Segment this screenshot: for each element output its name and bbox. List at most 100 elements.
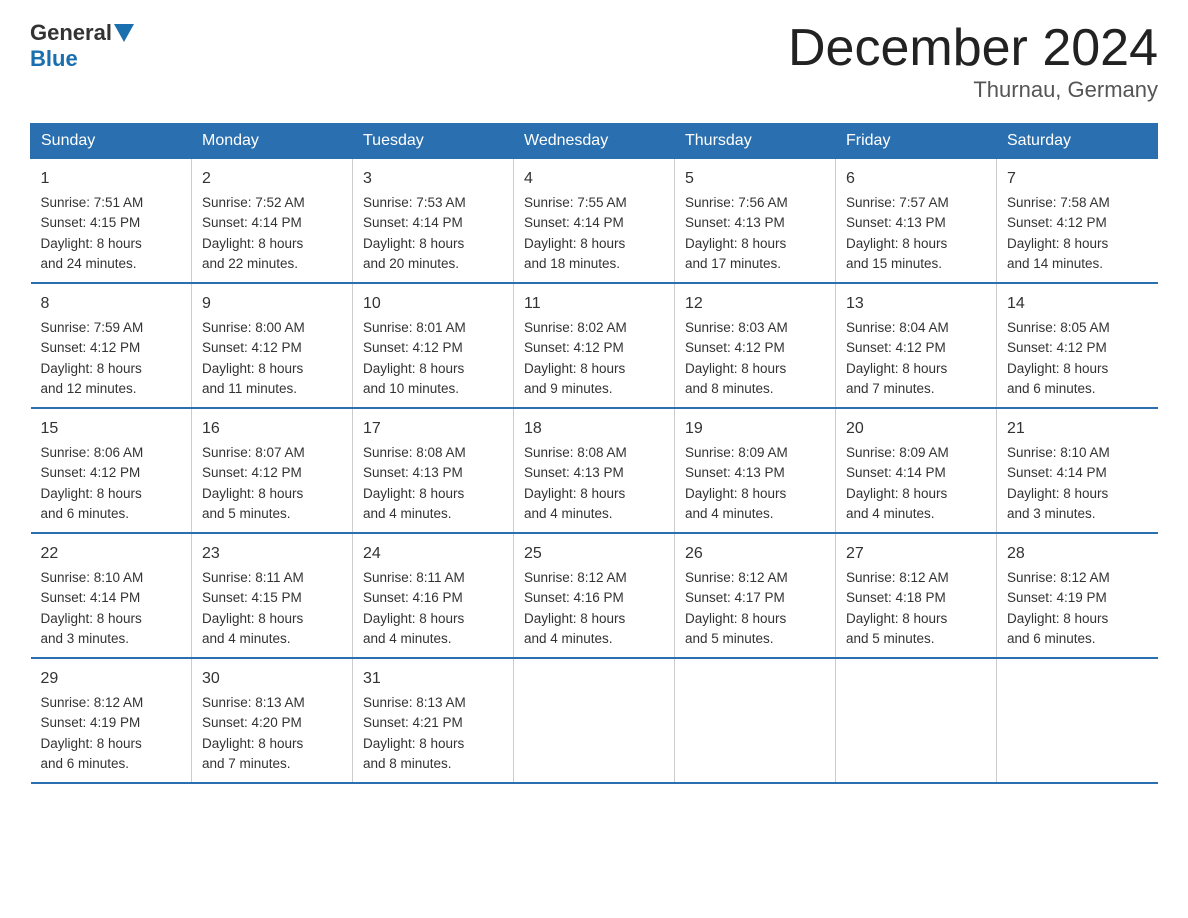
day-number: 13 [846, 292, 986, 316]
sunset-text: Sunset: 4:19 PM [1007, 590, 1107, 605]
sunrise-text: Sunrise: 7:56 AM [685, 195, 788, 210]
col-monday: Monday [192, 124, 353, 159]
sunset-text: Sunset: 4:19 PM [41, 715, 141, 730]
sunrise-text: Sunrise: 8:07 AM [202, 445, 305, 460]
calendar-cell: 1Sunrise: 7:51 AMSunset: 4:15 PMDaylight… [31, 159, 192, 284]
sunrise-text: Sunrise: 8:05 AM [1007, 320, 1110, 335]
day-number: 20 [846, 417, 986, 441]
daylight-label: Daylight: 8 hours [363, 236, 464, 251]
daylight-label: Daylight: 8 hours [524, 486, 625, 501]
sunrise-text: Sunrise: 7:58 AM [1007, 195, 1110, 210]
daylight-label: Daylight: 8 hours [41, 611, 142, 626]
daylight-value: and 7 minutes. [202, 756, 291, 771]
sunrise-text: Sunrise: 7:57 AM [846, 195, 949, 210]
sunset-text: Sunset: 4:16 PM [363, 590, 463, 605]
logo-blue-text: Blue [30, 46, 78, 71]
daylight-label: Daylight: 8 hours [202, 611, 303, 626]
sunrise-text: Sunrise: 8:09 AM [846, 445, 949, 460]
daylight-value: and 7 minutes. [846, 381, 935, 396]
day-number: 4 [524, 167, 664, 191]
day-number: 6 [846, 167, 986, 191]
daylight-value: and 4 minutes. [363, 631, 452, 646]
daylight-label: Daylight: 8 hours [41, 236, 142, 251]
sunrise-text: Sunrise: 8:12 AM [524, 570, 627, 585]
sunrise-text: Sunrise: 8:08 AM [524, 445, 627, 460]
sunrise-text: Sunrise: 8:13 AM [202, 695, 305, 710]
daylight-value: and 4 minutes. [685, 506, 774, 521]
sunset-text: Sunset: 4:13 PM [685, 465, 785, 480]
page-header: General Blue December 2024 Thurnau, Germ… [30, 20, 1158, 103]
logo: General Blue [30, 20, 136, 72]
daylight-value: and 11 minutes. [202, 381, 297, 396]
sunset-text: Sunset: 4:12 PM [41, 465, 141, 480]
sunrise-text: Sunrise: 8:12 AM [41, 695, 144, 710]
daylight-value: and 24 minutes. [41, 256, 137, 271]
sunrise-text: Sunrise: 8:04 AM [846, 320, 949, 335]
sunset-text: Sunset: 4:14 PM [202, 215, 302, 230]
col-tuesday: Tuesday [353, 124, 514, 159]
calendar-cell: 25Sunrise: 8:12 AMSunset: 4:16 PMDayligh… [514, 533, 675, 658]
day-number: 7 [1007, 167, 1148, 191]
week-row-5: 29Sunrise: 8:12 AMSunset: 4:19 PMDayligh… [31, 658, 1158, 783]
sunset-text: Sunset: 4:14 PM [846, 465, 946, 480]
day-number: 11 [524, 292, 664, 316]
sunset-text: Sunset: 4:12 PM [1007, 340, 1107, 355]
sunrise-text: Sunrise: 8:08 AM [363, 445, 466, 460]
daylight-value: and 6 minutes. [41, 506, 130, 521]
title-area: December 2024 Thurnau, Germany [788, 20, 1158, 103]
day-number: 9 [202, 292, 342, 316]
daylight-value: and 4 minutes. [846, 506, 935, 521]
sunrise-text: Sunrise: 7:51 AM [41, 195, 144, 210]
sunrise-text: Sunrise: 8:03 AM [685, 320, 788, 335]
sunset-text: Sunset: 4:13 PM [524, 465, 624, 480]
week-row-2: 8Sunrise: 7:59 AMSunset: 4:12 PMDaylight… [31, 283, 1158, 408]
sunset-text: Sunset: 4:12 PM [1007, 215, 1107, 230]
sunrise-text: Sunrise: 7:53 AM [363, 195, 466, 210]
week-row-4: 22Sunrise: 8:10 AMSunset: 4:14 PMDayligh… [31, 533, 1158, 658]
daylight-value: and 20 minutes. [363, 256, 459, 271]
calendar-cell: 12Sunrise: 8:03 AMSunset: 4:12 PMDayligh… [675, 283, 836, 408]
day-number: 19 [685, 417, 825, 441]
daylight-label: Daylight: 8 hours [363, 486, 464, 501]
sunset-text: Sunset: 4:20 PM [202, 715, 302, 730]
sunrise-text: Sunrise: 8:06 AM [41, 445, 144, 460]
calendar-cell: 14Sunrise: 8:05 AMSunset: 4:12 PMDayligh… [997, 283, 1158, 408]
daylight-label: Daylight: 8 hours [1007, 361, 1108, 376]
calendar-cell: 16Sunrise: 8:07 AMSunset: 4:12 PMDayligh… [192, 408, 353, 533]
calendar-cell [836, 658, 997, 783]
month-title: December 2024 [788, 20, 1158, 77]
daylight-label: Daylight: 8 hours [685, 486, 786, 501]
day-number: 2 [202, 167, 342, 191]
daylight-value: and 4 minutes. [363, 506, 452, 521]
daylight-label: Daylight: 8 hours [202, 236, 303, 251]
calendar-cell [997, 658, 1158, 783]
sunset-text: Sunset: 4:18 PM [846, 590, 946, 605]
calendar-cell [514, 658, 675, 783]
calendar-cell: 28Sunrise: 8:12 AMSunset: 4:19 PMDayligh… [997, 533, 1158, 658]
daylight-label: Daylight: 8 hours [685, 236, 786, 251]
logo-general-text: General [30, 20, 112, 46]
daylight-label: Daylight: 8 hours [846, 611, 947, 626]
daylight-label: Daylight: 8 hours [41, 486, 142, 501]
daylight-value: and 4 minutes. [524, 506, 613, 521]
sunset-text: Sunset: 4:14 PM [363, 215, 463, 230]
day-number: 31 [363, 667, 503, 691]
calendar-cell: 22Sunrise: 8:10 AMSunset: 4:14 PMDayligh… [31, 533, 192, 658]
sunrise-text: Sunrise: 8:10 AM [1007, 445, 1110, 460]
day-number: 24 [363, 542, 503, 566]
daylight-value: and 5 minutes. [846, 631, 935, 646]
daylight-value: and 22 minutes. [202, 256, 298, 271]
daylight-value: and 10 minutes. [363, 381, 459, 396]
sunrise-text: Sunrise: 7:59 AM [41, 320, 144, 335]
calendar-cell: 5Sunrise: 7:56 AMSunset: 4:13 PMDaylight… [675, 159, 836, 284]
day-number: 16 [202, 417, 342, 441]
sunrise-text: Sunrise: 8:12 AM [685, 570, 788, 585]
sunset-text: Sunset: 4:13 PM [846, 215, 946, 230]
daylight-value: and 4 minutes. [524, 631, 613, 646]
sunset-text: Sunset: 4:12 PM [685, 340, 785, 355]
daylight-value: and 9 minutes. [524, 381, 613, 396]
calendar-table: Sunday Monday Tuesday Wednesday Thursday… [30, 123, 1158, 784]
sunset-text: Sunset: 4:12 PM [202, 340, 302, 355]
daylight-label: Daylight: 8 hours [363, 736, 464, 751]
week-row-3: 15Sunrise: 8:06 AMSunset: 4:12 PMDayligh… [31, 408, 1158, 533]
